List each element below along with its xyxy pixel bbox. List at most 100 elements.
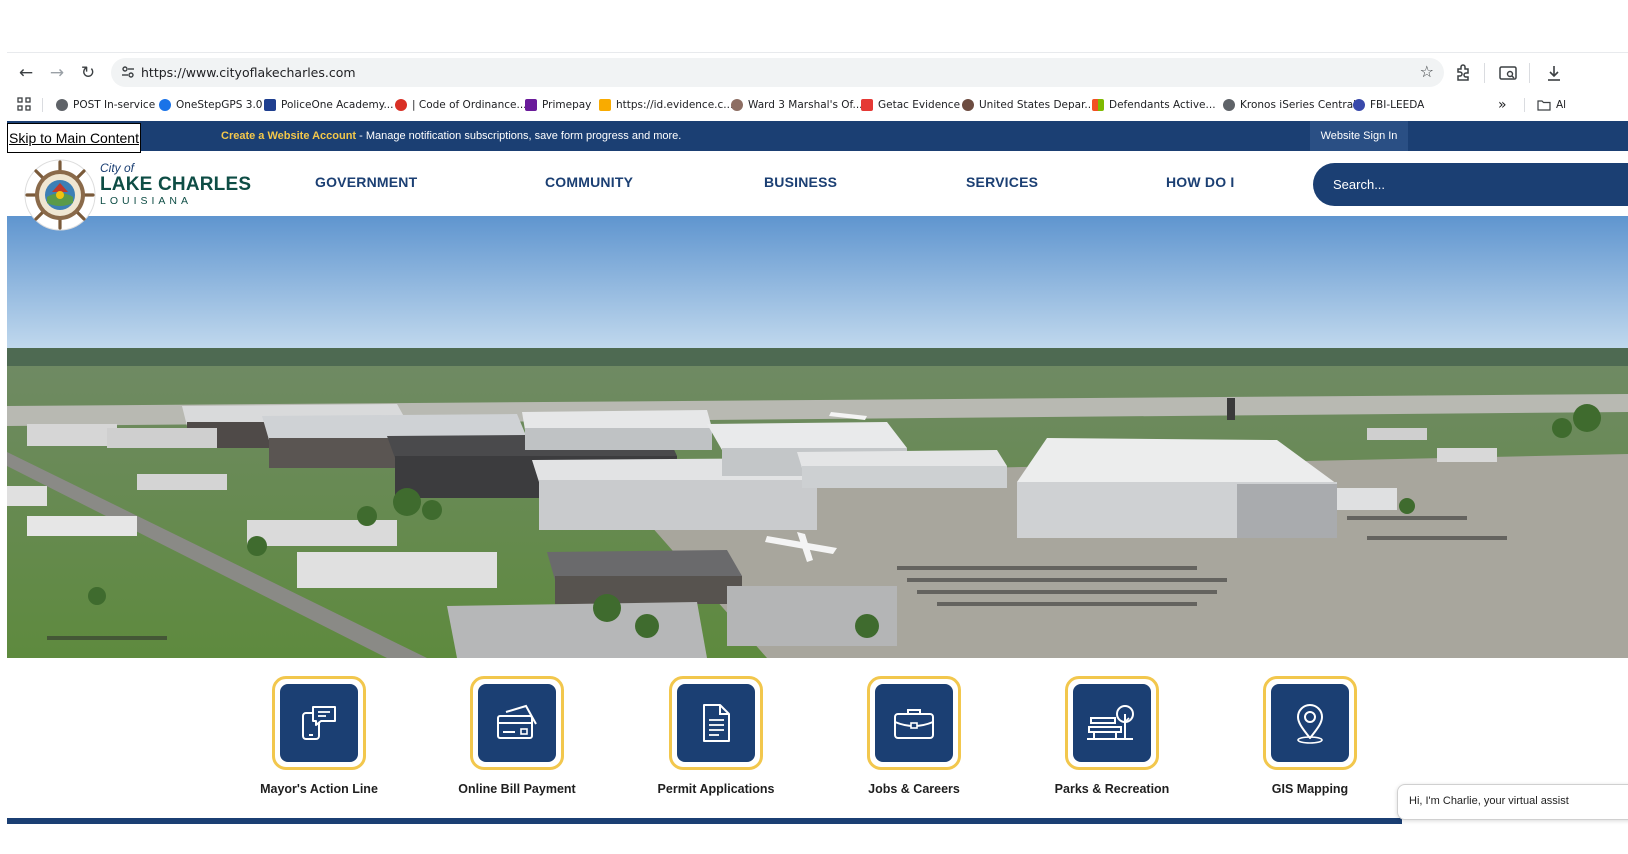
skip-to-main-link[interactable]: Skip to Main Content [7, 123, 141, 153]
logo-state: LOUISIANA [100, 195, 193, 207]
notice-text: - Manage notification subscriptions, sav… [356, 130, 682, 142]
bookmark-favicon-icon [1092, 99, 1104, 111]
quick-link-label[interactable]: Jobs & Careers [868, 782, 960, 796]
all-bookmarks-folder[interactable]: Al [1537, 97, 1566, 113]
tab-search-icon[interactable] [1498, 63, 1518, 83]
page: ← → ↻ https://www.cityoflakecharles.com … [0, 0, 1628, 854]
quick-link-label[interactable]: Online Bill Payment [458, 782, 575, 796]
bookmark-item[interactable]: | Code of Ordinance... [395, 97, 527, 113]
bookmark-favicon-icon [264, 99, 276, 111]
bookmark-star-icon[interactable]: ☆ [1420, 62, 1434, 81]
search-input[interactable] [1333, 173, 1613, 195]
quick-link-gis-mapping[interactable]: GIS Mapping [1262, 676, 1358, 796]
city-wordmark[interactable]: City of LAKE CHARLES LOUISIANA [100, 161, 251, 207]
quick-link-tile[interactable] [470, 676, 564, 770]
park-bench-tree-icon [1087, 705, 1134, 740]
extensions-icon[interactable] [1453, 63, 1473, 83]
quick-link-tile[interactable] [669, 676, 763, 770]
quick-link-label[interactable]: Mayor's Action Line [260, 782, 378, 796]
bookmark-label: United States Depar... [979, 99, 1095, 111]
address-bar[interactable]: https://www.cityoflakecharles.com ☆ [111, 58, 1444, 87]
bookmark-label: OneStepGPS 3.0 [176, 99, 263, 111]
site-header: City of LAKE CHARLES LOUISIANA GOVERNMEN… [7, 151, 1628, 231]
site-search [1313, 163, 1628, 206]
map-pin-icon [1297, 704, 1323, 744]
bookmark-favicon-icon [525, 99, 537, 111]
aerial-airport-photo [7, 216, 1628, 658]
bookmark-label: https://id.evidence.c... [616, 99, 734, 111]
quick-link-tile[interactable] [867, 676, 961, 770]
top-notice-bar: Skip to Main Content Create a Website Ac… [7, 121, 1628, 153]
nav-how-do-i[interactable]: HOW DO I [1166, 174, 1234, 190]
bookmarks-overflow-button[interactable]: » [1498, 97, 1507, 113]
city-seal-logo-icon[interactable] [24, 159, 96, 231]
bookmark-label: FBI-LEEDA [1370, 99, 1425, 111]
url-text[interactable]: https://www.cityoflakecharles.com [141, 65, 356, 80]
create-account-link[interactable]: Create a Website Account [221, 130, 356, 142]
apps-grid-icon[interactable] [17, 97, 31, 111]
quick-link-permit-applications[interactable]: Permit Applications [658, 676, 774, 796]
nav-community[interactable]: COMMUNITY [545, 174, 633, 190]
bookmark-label: Ward 3 Marshal's Of... [748, 99, 863, 111]
bookmark-item[interactable]: Defendants Active... [1092, 97, 1216, 113]
bookmark-item[interactable]: POST In-service [56, 97, 155, 113]
footer-strip [7, 818, 1402, 824]
bookmark-label: Kronos iSeries Central [1240, 99, 1357, 111]
hero-banner-image [7, 216, 1628, 658]
bookmark-item[interactable]: FBI-LEEDA [1353, 97, 1424, 113]
bookmark-label: Getac Evidence [878, 99, 961, 111]
reload-icon[interactable]: ↻ [77, 62, 99, 84]
bookmark-favicon-icon [599, 99, 611, 111]
virtual-assistant-chat-bubble[interactable]: Hi, I'm Charlie, your virtual assist [1397, 784, 1628, 820]
logo-city-of: City of [100, 161, 135, 175]
quick-link-mayors-action-line[interactable]: Mayor's Action Line [260, 676, 378, 796]
quick-link-tile[interactable] [1263, 676, 1357, 770]
bookmark-item[interactable]: Primepay [525, 97, 591, 113]
bookmark-item[interactable]: United States Depar... [962, 97, 1094, 113]
bookmark-item[interactable]: https://id.evidence.c... [599, 97, 733, 113]
download-icon[interactable] [1544, 63, 1564, 83]
bookmark-favicon-icon [1223, 99, 1235, 111]
nav-business[interactable]: BUSINESS [764, 174, 837, 190]
browser-toolbar: ← → ↻ https://www.cityoflakecharles.com … [7, 53, 1628, 91]
nav-services[interactable]: SERVICES [966, 174, 1038, 190]
bookmark-label: Primepay [542, 99, 592, 111]
site-settings-icon[interactable] [120, 64, 136, 80]
document-icon [703, 704, 730, 742]
folder-icon [1537, 100, 1551, 111]
bookmark-item[interactable]: OneStepGPS 3.0 [159, 97, 262, 113]
bookmark-favicon-icon [159, 99, 171, 111]
bookmarks-divider [42, 98, 43, 112]
bookmark-label: | Code of Ordinance... [412, 99, 527, 111]
quick-link-online-bill-payment[interactable]: Online Bill Payment [458, 676, 576, 796]
bookmark-item[interactable]: PoliceOne Academy... [264, 97, 393, 113]
bookmark-favicon-icon [395, 99, 407, 111]
back-icon[interactable]: ← [15, 62, 37, 84]
bookmark-favicon-icon [731, 99, 743, 111]
bookmark-item[interactable]: Getac Evidence [861, 97, 960, 113]
bookmark-label: Defendants Active... [1109, 99, 1216, 111]
bookmarks-bar: POST In-service OneStepGPS 3.0 PoliceOne… [7, 91, 1628, 119]
website-sign-in-button[interactable]: Website Sign In [1310, 121, 1408, 151]
forward-icon[interactable]: → [46, 62, 68, 84]
bookmark-item[interactable]: Ward 3 Marshal's Of... [731, 97, 863, 113]
account-notice: Create a Website Account - Manage notifi… [221, 130, 681, 142]
bookmark-favicon-icon [861, 99, 873, 111]
bookmark-favicon-icon [1353, 99, 1365, 111]
bookmark-item[interactable]: Kronos iSeries Central [1223, 97, 1356, 113]
quick-link-jobs-careers[interactable]: Jobs & Careers [866, 676, 962, 796]
quick-link-label[interactable]: Parks & Recreation [1055, 782, 1170, 796]
toolbar-divider [1484, 63, 1485, 83]
bookmark-label: PoliceOne Academy... [281, 99, 394, 111]
briefcase-icon [894, 709, 934, 739]
quick-link-label[interactable]: GIS Mapping [1272, 782, 1348, 796]
quick-link-label[interactable]: Permit Applications [658, 782, 775, 796]
all-bookmarks-label: Al [1556, 99, 1567, 111]
quick-link-tile[interactable] [272, 676, 366, 770]
quick-link-tile[interactable] [1065, 676, 1159, 770]
nav-government[interactable]: GOVERNMENT [315, 174, 417, 190]
quick-link-parks-recreation[interactable]: Parks & Recreation [1055, 676, 1169, 796]
phone-message-icon [302, 706, 336, 740]
bookmarks-divider [1524, 98, 1525, 112]
browser-chrome: ← → ↻ https://www.cityoflakecharles.com … [7, 52, 1628, 121]
